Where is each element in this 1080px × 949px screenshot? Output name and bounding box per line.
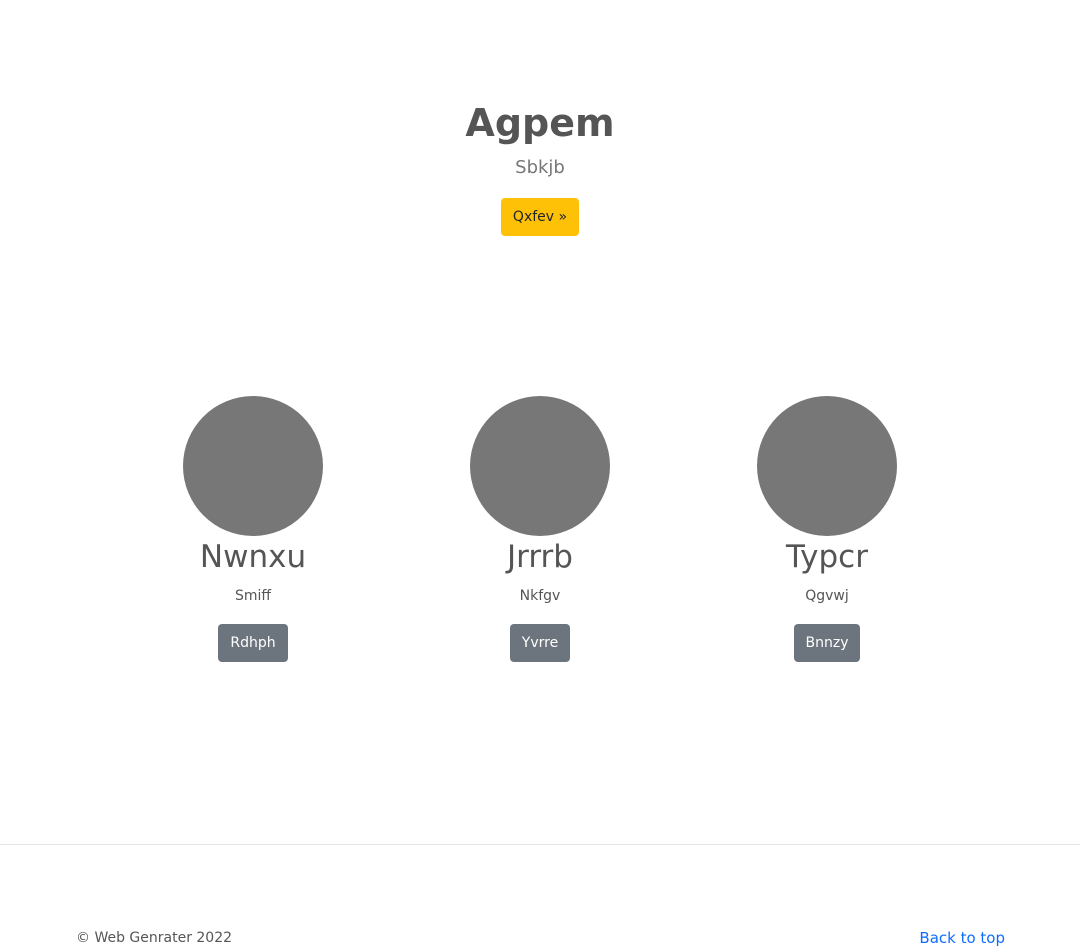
- feature-card: Jrrrb Nkfgv Yvrre: [420, 396, 660, 662]
- page: Agpem Sbkjb Qxfev » Nwnxu Smiff Rdhph Jr…: [0, 0, 1080, 949]
- feature-card: Nwnxu Smiff Rdhph: [133, 396, 373, 662]
- card-title: Nwnxu: [199, 539, 307, 575]
- back-to-top-link[interactable]: Back to top: [919, 928, 1005, 948]
- card-button[interactable]: Rdhph: [218, 624, 288, 662]
- hero-title: Agpem: [465, 101, 615, 145]
- avatar-placeholder: [470, 396, 610, 536]
- avatar-placeholder: [757, 396, 897, 536]
- card-description: Smiff: [234, 588, 272, 604]
- card-description: Qgvwj: [805, 588, 849, 604]
- card-title: Jrrrb: [507, 539, 573, 575]
- footer-copyright: © Web Genrater 2022: [76, 930, 233, 946]
- avatar-placeholder: [183, 396, 323, 536]
- card-button[interactable]: Bnnzy: [793, 624, 861, 662]
- feature-card: Typcr Qgvwj Bnnzy: [707, 396, 947, 662]
- footer-divider: [0, 844, 1080, 845]
- card-title: Typcr: [786, 539, 868, 575]
- hero-cta-button[interactable]: Qxfev »: [501, 198, 579, 236]
- card-description: Nkfgv: [519, 588, 561, 604]
- hero-subtitle: Sbkjb: [515, 157, 565, 178]
- card-button[interactable]: Yvrre: [509, 624, 571, 662]
